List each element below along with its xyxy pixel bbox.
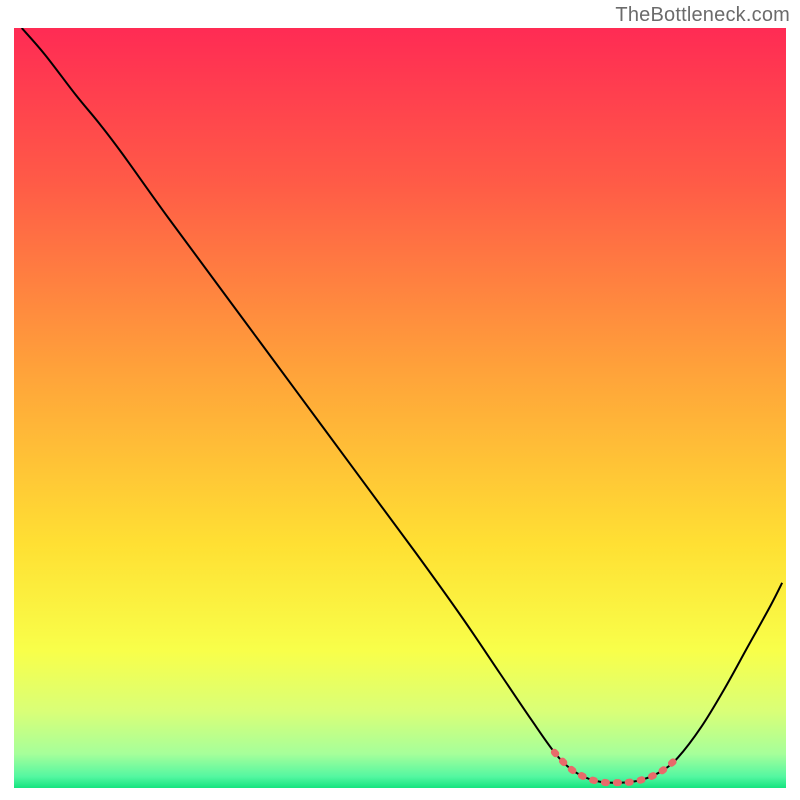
bottleneck-chart bbox=[14, 28, 786, 788]
gradient-background bbox=[14, 28, 786, 788]
attribution-text: TheBottleneck.com bbox=[615, 4, 790, 27]
chart-svg bbox=[14, 28, 786, 788]
